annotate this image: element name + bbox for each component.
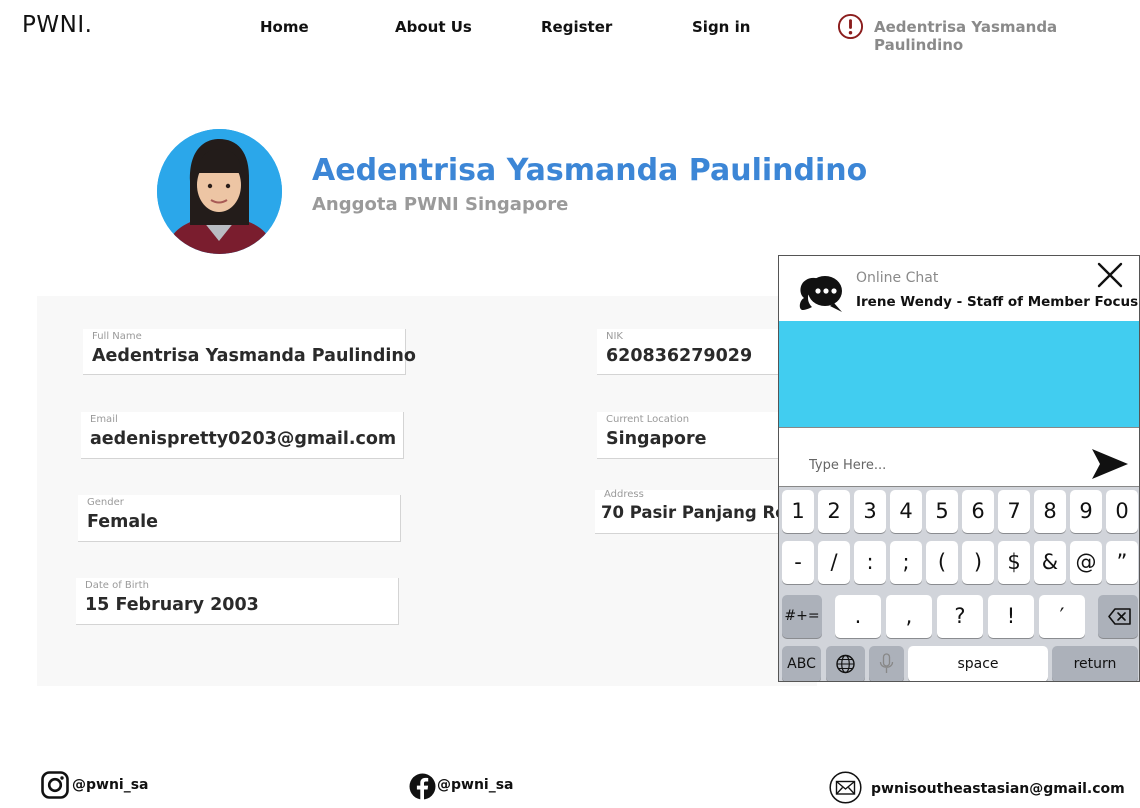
chat-message-input[interactable] (809, 458, 1079, 473)
date-of-birth-label: Date of Birth (85, 580, 149, 591)
avatar (157, 129, 282, 254)
chat-input-row (779, 427, 1139, 487)
gender-field[interactable]: Gender Female (78, 495, 401, 542)
key-ampersand[interactable]: & (1034, 541, 1066, 584)
key-dollar[interactable]: $ (998, 541, 1030, 584)
chat-messages-area[interactable] (779, 321, 1139, 427)
key-slash[interactable]: / (818, 541, 850, 584)
full-name-value: Aedentrisa Yasmanda Paulindino (92, 346, 416, 366)
close-icon[interactable] (1097, 262, 1123, 288)
profile-role: Anggota PWNI Singapore (312, 194, 569, 215)
key-exclamation[interactable]: ! (988, 595, 1034, 638)
nav-about-us[interactable]: About Us (395, 18, 472, 36)
alert-circle-icon[interactable] (837, 13, 864, 40)
microphone-key[interactable] (869, 646, 904, 681)
facebook-icon[interactable] (409, 773, 436, 800)
facebook-handle[interactable]: @pwni_sa (437, 777, 514, 793)
profile-details-panel: Full Name Aedentrisa Yasmanda Paulindino… (37, 296, 817, 686)
key-minus[interactable]: - (782, 541, 814, 584)
key-abc[interactable]: ABC (782, 646, 821, 681)
address-label: Address (604, 489, 644, 500)
key-quote[interactable]: ” (1106, 541, 1138, 584)
key-colon[interactable]: : (854, 541, 886, 584)
nik-value: 620836279029 (606, 346, 753, 366)
key-9[interactable]: 9 (1070, 490, 1102, 533)
gender-label: Gender (87, 497, 124, 508)
key-period[interactable]: . (835, 595, 881, 638)
key-semicolon[interactable]: ; (890, 541, 922, 584)
key-at[interactable]: @ (1070, 541, 1102, 584)
key-5[interactable]: 5 (926, 490, 958, 533)
chat-title: Online Chat (856, 270, 939, 286)
key-1[interactable]: 1 (782, 490, 814, 533)
gender-value: Female (87, 512, 159, 532)
key-close-paren[interactable]: ) (962, 541, 994, 584)
globe-key[interactable] (826, 646, 865, 681)
backspace-icon (1108, 608, 1131, 625)
key-question[interactable]: ? (937, 595, 983, 638)
current-location-value: Singapore (606, 429, 707, 449)
avatar-photo (157, 129, 282, 254)
full-name-field[interactable]: Full Name Aedentrisa Yasmanda Paulindino (83, 329, 416, 375)
key-3[interactable]: 3 (854, 490, 886, 533)
key-4[interactable]: 4 (890, 490, 922, 533)
full-name-label: Full Name (92, 331, 142, 342)
key-7[interactable]: 7 (998, 490, 1030, 533)
chat-header: Online Chat Irene Wendy - Staff of Membe… (779, 256, 1139, 321)
microphone-icon (879, 653, 894, 673)
email-label: Email (90, 414, 118, 425)
email-value: aedenispretty0203@gmail.com (90, 429, 397, 449)
speech-bubbles-icon (799, 276, 842, 312)
backspace-key[interactable] (1098, 595, 1138, 638)
return-key[interactable]: return (1052, 646, 1138, 681)
logo[interactable]: PWNI. (22, 12, 92, 38)
space-key[interactable]: space (908, 646, 1048, 681)
key-2[interactable]: 2 (818, 490, 850, 533)
key-open-paren[interactable]: ( (926, 541, 958, 584)
profile-name: Aedentrisa Yasmanda Paulindino (312, 153, 868, 188)
key-comma[interactable]: , (886, 595, 932, 638)
key-prime[interactable]: ′ (1039, 595, 1085, 638)
email-icon[interactable] (829, 771, 862, 804)
globe-icon (836, 654, 855, 674)
current-location-label: Current Location (606, 414, 690, 425)
date-of-birth-value: 15 February 2003 (85, 595, 259, 615)
send-icon[interactable] (1090, 447, 1130, 481)
email-field[interactable]: Email aedenispretty0203@gmail.com (81, 412, 404, 459)
key-8[interactable]: 8 (1034, 490, 1066, 533)
nav-sign-in[interactable]: Sign in (692, 18, 750, 36)
date-of-birth-field[interactable]: Date of Birth 15 February 2003 (76, 578, 399, 625)
footer-email[interactable]: pwnisoutheastasian@gmail.com (871, 781, 1125, 797)
chat-staff-name: Irene Wendy - Staff of Member Focus (856, 294, 1139, 310)
nik-label: NIK (606, 331, 623, 342)
key-6[interactable]: 6 (962, 490, 994, 533)
instagram-icon[interactable] (41, 771, 69, 799)
key-0[interactable]: 0 (1106, 490, 1138, 533)
nav-home[interactable]: Home (260, 18, 309, 36)
nav-register[interactable]: Register (541, 18, 612, 36)
key-symbols[interactable]: #+= (782, 595, 822, 638)
nav-user-name[interactable]: Aedentrisa Yasmanda Paulindino (874, 18, 1140, 54)
instagram-handle[interactable]: @pwni_sa (72, 777, 149, 793)
online-chat-widget: Online Chat Irene Wendy - Staff of Membe… (778, 255, 1140, 682)
